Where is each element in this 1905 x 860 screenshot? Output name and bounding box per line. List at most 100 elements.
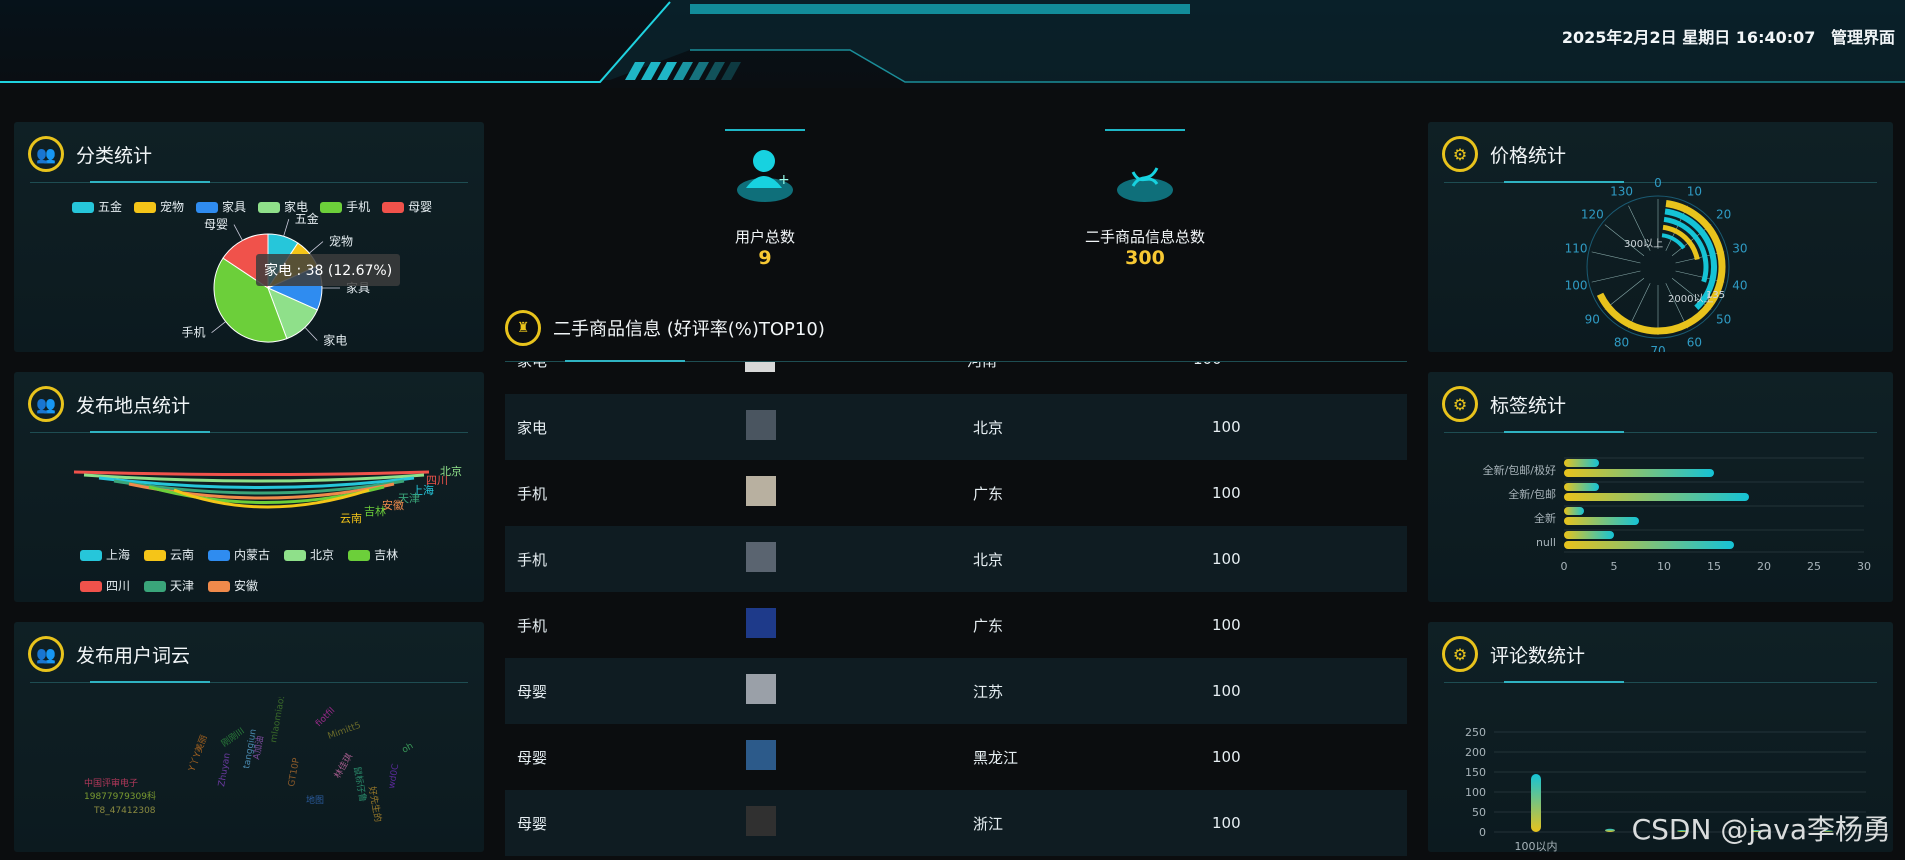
- radial-spoke: [1665, 283, 1688, 329]
- word: 地图: [306, 794, 324, 806]
- thumb-image[interactable]: [746, 806, 776, 836]
- pie-label-line: [304, 327, 318, 341]
- cell-category: 家电: [517, 418, 548, 437]
- cell-category: 母婴: [517, 748, 548, 767]
- tag-x-tick: 10: [1657, 560, 1671, 573]
- radial-tick: 100: [1565, 279, 1588, 293]
- cell-location: 江苏: [973, 682, 1004, 701]
- comment-y-tick: 150: [1465, 766, 1486, 779]
- pie-label-line: [283, 218, 290, 237]
- cell-location: 河南: [967, 362, 997, 371]
- wordcloud-panel: 👥 发布用户词云 中国评审电子 19877979309科 T8_47412308 Y丫…: [14, 622, 484, 852]
- legend-item[interactable]: 上海: [80, 546, 130, 563]
- category-panel: 👥 分类统计 五金 宠物 家具 家电 手机 母婴 五金 宠物 家具 家电 手机 母婴 家电 : 38…: [14, 122, 484, 352]
- legend-label: 北京: [310, 548, 335, 562]
- word: mlaomiao555: [269, 697, 290, 744]
- legend-item[interactable]: 吉林: [348, 546, 398, 563]
- partial-row: 家电 河南 100: [505, 362, 1407, 372]
- legend-label: 云南: [170, 548, 195, 562]
- tags-bar-chart: 全新/包邮/极好全新/包邮全新 null 0 5 10 15 20 25 30: [1483, 457, 1871, 573]
- legend-swatch: [144, 581, 167, 592]
- legend-item[interactable]: 天津: [144, 577, 194, 594]
- legend-item[interactable]: 北京: [284, 546, 334, 563]
- table-row[interactable]: 家电 北京 100: [505, 394, 1407, 460]
- thumb-image[interactable]: [746, 410, 776, 440]
- radial-tick: 120: [1581, 208, 1604, 222]
- cell-location: 浙江: [973, 814, 1004, 833]
- tag-bar[interactable]: [1564, 541, 1734, 549]
- legend-item[interactable]: 四川: [80, 577, 130, 594]
- comment-y-tick: 250: [1465, 726, 1486, 739]
- pie-label: 家电: [323, 332, 347, 347]
- comment-y-tick: 50: [1472, 806, 1486, 819]
- table-row[interactable]: 手机 广东 100: [505, 460, 1407, 526]
- admin-link[interactable]: 管理界面: [1831, 28, 1895, 47]
- tag-bar[interactable]: [1564, 517, 1639, 525]
- legend-label: 四川: [106, 579, 131, 593]
- cell-rating: 100: [1193, 362, 1222, 368]
- tag-bar[interactable]: [1564, 483, 1599, 491]
- table-row[interactable]: 手机 北京 100: [505, 526, 1407, 592]
- tag-bar[interactable]: [1564, 531, 1614, 539]
- radial-spoke: [1675, 251, 1725, 264]
- table-row[interactable]: 手机 广东 100: [505, 592, 1407, 658]
- legend-item[interactable]: 安徽: [208, 577, 258, 594]
- comment-bar[interactable]: [1531, 774, 1541, 832]
- cell-thumb: [734, 460, 961, 526]
- thumb-image[interactable]: [746, 476, 776, 506]
- thumb-image[interactable]: [746, 542, 776, 572]
- legend-item[interactable]: 内蒙古: [208, 546, 270, 563]
- comment-bar[interactable]: [1605, 828, 1615, 832]
- radial-inner-label: 300以上: [1624, 238, 1663, 250]
- legend-swatch: [208, 550, 231, 561]
- pie-label: 宠物: [329, 234, 353, 249]
- tag-category-label: 全新: [1534, 511, 1556, 525]
- cell-category: 母婴: [517, 682, 548, 701]
- legend-item[interactable]: 云南: [144, 546, 194, 563]
- panel-divider: [30, 681, 468, 683]
- radial-tick: 70: [1650, 344, 1665, 352]
- word: 好先生的: [366, 785, 384, 823]
- panel-divider: [1444, 681, 1877, 683]
- pie-label: 五金: [295, 211, 319, 226]
- tag-x-tick: 5: [1611, 560, 1618, 573]
- pie-label: 手机: [182, 326, 206, 340]
- stat-value: 9: [758, 247, 772, 269]
- thumb-image[interactable]: [746, 674, 776, 704]
- cell-location: 北京: [973, 418, 1004, 437]
- table-row[interactable]: 母婴 黑龙江 100: [505, 724, 1407, 790]
- thumb-image[interactable]: [746, 740, 776, 770]
- radial-bar[interactable]: [1661, 233, 1686, 250]
- table-title: 二手商品信息 (好评率(%)TOP10): [553, 319, 825, 340]
- pie-tooltip: 家电 : 38 (12.67%): [256, 254, 401, 286]
- cell-thumb: [734, 790, 961, 856]
- radial-tick: 110: [1565, 241, 1588, 255]
- tag-category-label: 全新/包邮: [1508, 487, 1556, 501]
- cell-thumb: [734, 724, 961, 790]
- legend-label: 安徽: [234, 579, 259, 593]
- tag-x-tick: 20: [1757, 560, 1771, 573]
- thumb-image[interactable]: [746, 608, 776, 638]
- legend-label: 天津: [170, 579, 195, 593]
- pie-label-line: [233, 224, 243, 241]
- comment-y-tick: 0: [1479, 826, 1486, 839]
- user-add-icon: +: [725, 129, 805, 202]
- tag-bar[interactable]: [1564, 459, 1599, 467]
- legend-label: 上海: [106, 548, 131, 562]
- tag-bar[interactable]: [1564, 493, 1749, 501]
- tag-bar[interactable]: [1564, 507, 1584, 515]
- panel-title: 标签统计: [1490, 394, 1567, 417]
- cell-location: 广东: [973, 484, 1004, 503]
- svg-text:+: +: [778, 172, 790, 188]
- header-datetime: 2025年2月2日 星期日 16:40:07 管理界面: [1562, 24, 1895, 48]
- legend-swatch: [80, 550, 102, 561]
- dna-icon: [1105, 129, 1185, 202]
- table-row[interactable]: 母婴 江苏 100: [505, 658, 1407, 724]
- location-panel: 👥 发布地点统计 北京 四川 上海 天津 安徽 吉林 云南 上海 云南 内蒙古 北京 吉林 四川 天津安…: [14, 372, 484, 602]
- table-row[interactable]: 母婴 浙江 100: [505, 790, 1407, 856]
- radial-tick: 50: [1716, 312, 1731, 326]
- goods-table: 家电 北京 100 手机 广东 100 手机 北京 100 手机 广东 100 母婴 江苏 100 母婴 黑龙江…: [505, 394, 1407, 856]
- stat-value: 300: [1125, 247, 1165, 269]
- word: wd0C: [387, 763, 401, 789]
- tag-bar[interactable]: [1564, 469, 1714, 477]
